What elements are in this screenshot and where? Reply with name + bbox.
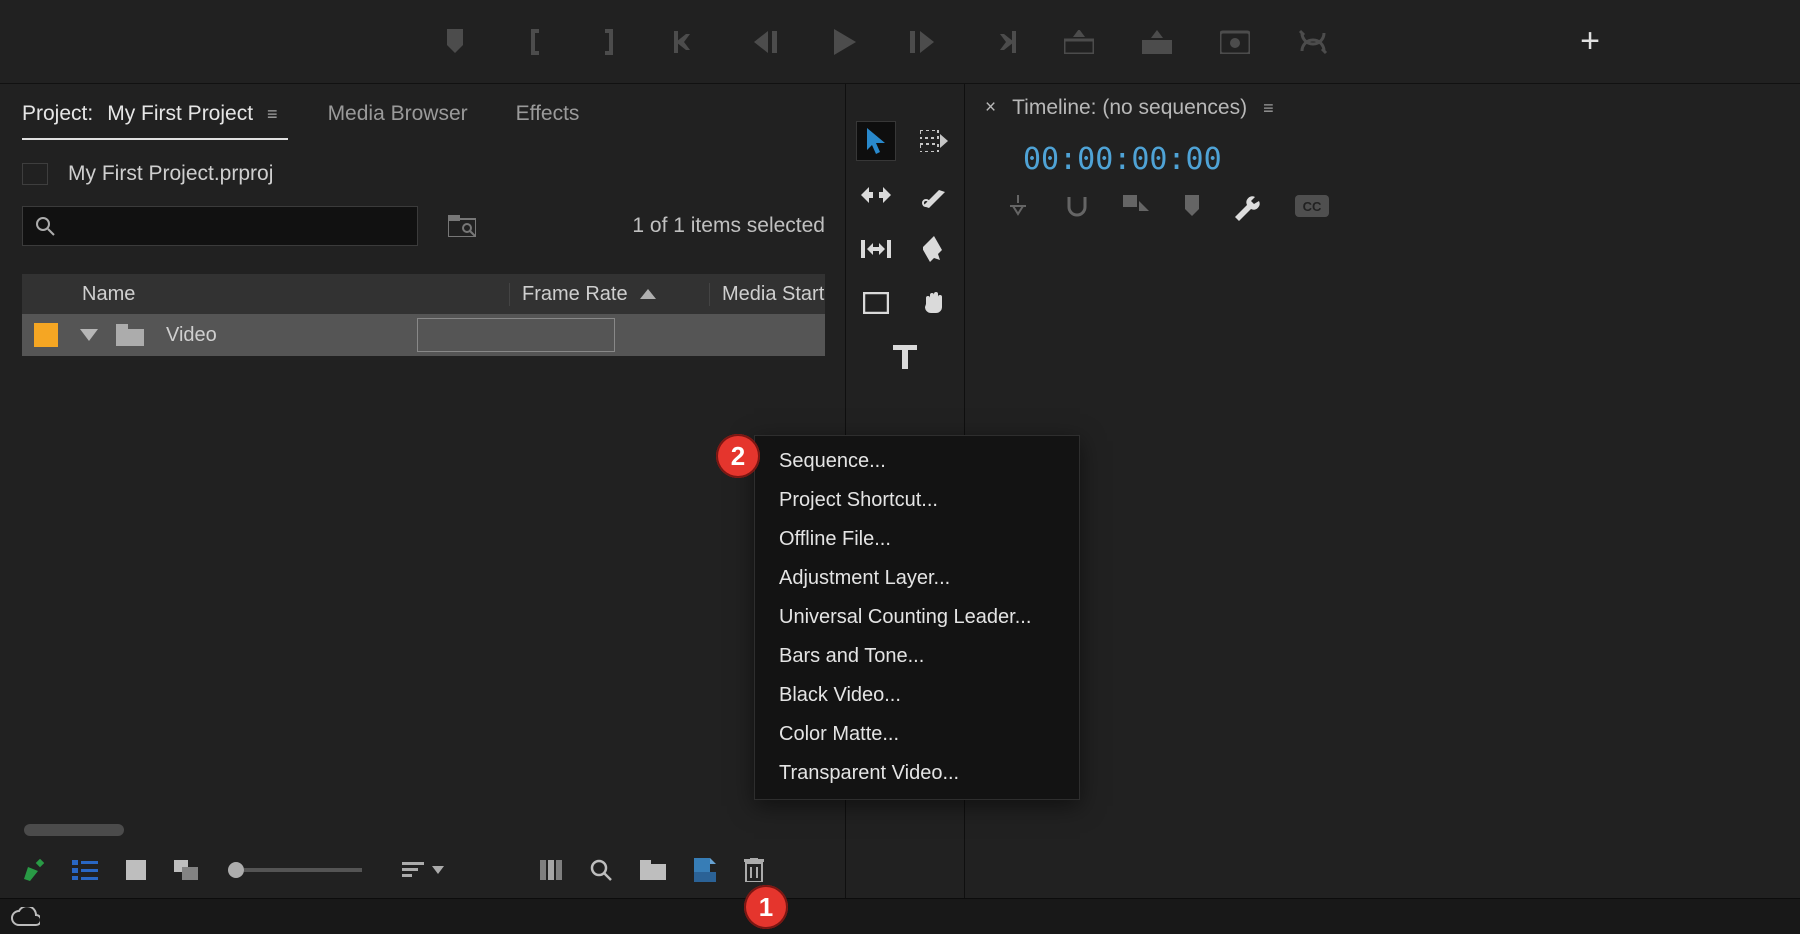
linked-selection-icon[interactable] — [1123, 195, 1149, 221]
menu-item-project-shortcut[interactable]: Project Shortcut... — [755, 481, 1079, 520]
timeline-panel: × Timeline: (no sequences) ≡ 00:00:00:00… — [965, 84, 1800, 898]
comparison-view-icon[interactable] — [1293, 22, 1333, 62]
new-item-write-icon[interactable] — [22, 859, 44, 881]
hand-tool-icon[interactable] — [914, 283, 954, 323]
selection-count: 1 of 1 items selected — [632, 214, 825, 238]
in-bracket-icon[interactable] — [513, 22, 553, 62]
go-to-out-icon[interactable] — [981, 22, 1021, 62]
creative-cloud-bar — [0, 898, 1800, 934]
bin-icon — [116, 324, 144, 346]
insert-icon[interactable] — [1059, 22, 1099, 62]
menu-item-adjustment-layer[interactable]: Adjustment Layer... — [755, 559, 1079, 598]
track-select-tool-icon[interactable] — [914, 121, 954, 161]
pen-tool-icon[interactable] — [914, 229, 954, 269]
project-tab-prefix: Project: — [22, 102, 93, 126]
project-file-name: My First Project.prproj — [68, 162, 273, 186]
column-frame-rate[interactable]: Frame Rate — [510, 283, 710, 306]
project-panel-tabs: Project: My First Project ≡ Media Browse… — [22, 94, 825, 134]
delete-icon[interactable] — [744, 858, 764, 882]
callout-badge-1: 1 — [744, 885, 788, 929]
panel-menu-icon[interactable]: ≡ — [267, 104, 280, 125]
menu-item-bars-tone[interactable]: Bars and Tone... — [755, 637, 1079, 676]
insert-sequence-icon[interactable] — [1005, 195, 1031, 221]
project-search-input[interactable] — [22, 206, 418, 246]
marker-add-icon[interactable] — [1183, 195, 1201, 221]
slip-tool-icon[interactable] — [856, 229, 896, 269]
play-icon[interactable] — [825, 22, 865, 62]
menu-item-sequence[interactable]: Sequence... — [755, 442, 1079, 481]
menu-item-offline-file[interactable]: Offline File... — [755, 520, 1079, 559]
export-frame-icon[interactable] — [1215, 22, 1255, 62]
column-media-start[interactable]: Media Start — [710, 283, 825, 306]
new-item-context-menu: Sequence... Project Shortcut... Offline … — [754, 435, 1080, 800]
rectangle-tool-icon[interactable] — [856, 283, 896, 323]
project-table-header: Name Frame Rate Media Start — [22, 274, 825, 314]
close-panel-icon[interactable]: × — [985, 97, 996, 119]
media-browser-tab[interactable]: Media Browser — [328, 102, 468, 126]
row-frame-rate-cell[interactable] — [417, 318, 615, 352]
transport-bar: + — [0, 0, 1800, 84]
step-forward-icon[interactable] — [903, 22, 943, 62]
overwrite-icon[interactable] — [1137, 22, 1177, 62]
label-color-swatch[interactable] — [34, 323, 58, 347]
menu-item-counting-leader[interactable]: Universal Counting Leader... — [755, 598, 1079, 637]
settings-wrench-icon[interactable] — [1235, 195, 1261, 221]
project-tab-name: My First Project — [107, 102, 253, 126]
effects-tab[interactable]: Effects — [516, 102, 580, 126]
find-icon[interactable] — [590, 859, 612, 881]
icon-view-icon[interactable] — [126, 860, 146, 880]
table-row[interactable]: Video — [22, 314, 825, 356]
column-name[interactable]: Name — [22, 283, 510, 306]
callout-badge-2: 2 — [716, 434, 760, 478]
expand-chevron-icon[interactable] — [80, 329, 98, 341]
list-view-icon[interactable] — [72, 860, 98, 880]
project-panel-footer — [22, 848, 823, 892]
sort-ascending-icon — [640, 289, 656, 299]
creative-cloud-icon — [10, 907, 40, 927]
timeline-title: Timeline: (no sequences) — [1012, 96, 1247, 120]
type-tool-icon[interactable] — [885, 337, 925, 377]
project-table: Name Frame Rate Media Start Video — [22, 274, 825, 356]
sort-menu[interactable] — [402, 862, 444, 878]
marker-icon[interactable] — [435, 22, 475, 62]
parent-bin-icon[interactable] — [22, 163, 48, 185]
timecode-display[interactable]: 00:00:00:00 — [1023, 142, 1780, 177]
menu-item-transparent-video[interactable]: Transparent Video... — [755, 754, 1079, 793]
step-back-icon[interactable] — [747, 22, 787, 62]
svg-text:CC: CC — [1303, 199, 1322, 214]
project-tab[interactable]: Project: My First Project ≡ — [22, 102, 280, 126]
new-item-icon[interactable] — [694, 858, 716, 882]
thumbnail-zoom-slider[interactable] — [228, 862, 362, 878]
new-bin-icon[interactable] — [640, 860, 666, 880]
go-to-in-icon[interactable] — [669, 22, 709, 62]
add-button-icon[interactable]: + — [1580, 22, 1600, 61]
ripple-edit-tool-icon[interactable] — [856, 175, 896, 215]
project-panel: Project: My First Project ≡ Media Browse… — [0, 84, 845, 898]
selection-tool-icon[interactable] — [856, 121, 896, 161]
out-bracket-icon[interactable] — [591, 22, 631, 62]
snap-icon[interactable] — [1065, 195, 1089, 221]
menu-item-black-video[interactable]: Black Video... — [755, 676, 1079, 715]
row-label: Video — [166, 324, 217, 347]
razor-tool-icon[interactable] — [914, 175, 954, 215]
find-in-bin-icon[interactable] — [448, 215, 476, 237]
menu-item-color-matte[interactable]: Color Matte... — [755, 715, 1079, 754]
captions-icon[interactable]: CC — [1295, 195, 1329, 221]
search-icon — [35, 216, 55, 236]
active-tab-underline — [22, 138, 288, 140]
automate-to-sequence-icon[interactable] — [540, 860, 562, 880]
horizontal-scrollbar[interactable] — [24, 824, 124, 836]
freeform-view-icon[interactable] — [174, 860, 200, 880]
panel-menu-icon[interactable]: ≡ — [1263, 98, 1276, 119]
